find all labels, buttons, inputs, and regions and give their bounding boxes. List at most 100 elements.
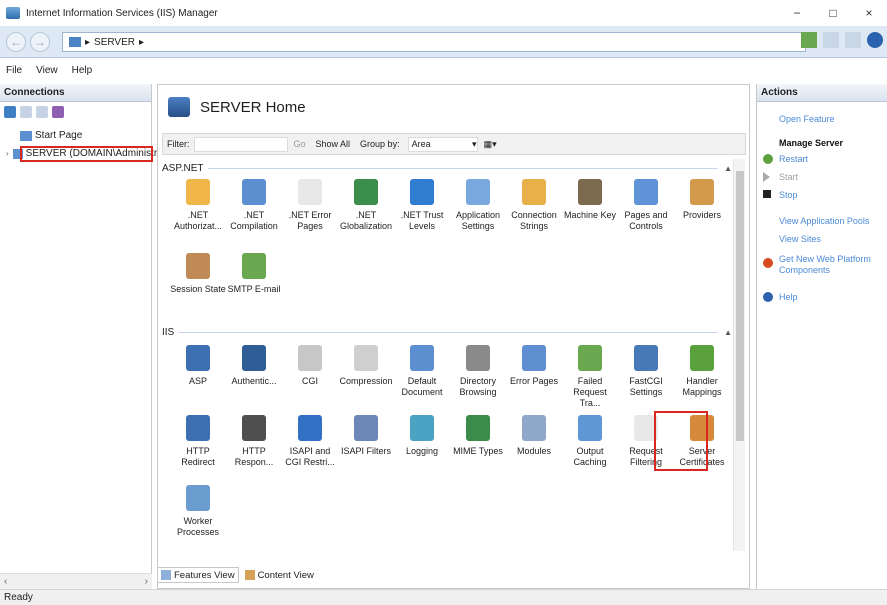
feature-tile[interactable]: Failed Request Tra... [562,345,618,409]
feature-tile[interactable]: Pages and Controls [618,179,674,232]
feature-icon [298,179,322,205]
breadcrumb[interactable]: ▸ SERVER ▸ [62,32,806,52]
breadcrumb-server[interactable]: SERVER [94,37,135,48]
group-by-select[interactable]: Area ▾ [407,136,478,152]
open-feature-link[interactable]: Open Feature [779,114,835,125]
feature-icon [354,415,378,441]
filter-input[interactable] [193,136,288,152]
feature-tile[interactable]: ISAPI and CGI Restri... [282,415,338,468]
connect-icon[interactable] [4,106,16,118]
feature-tile[interactable]: Directory Browsing [450,345,506,398]
show-all-button[interactable]: Show All [316,139,351,149]
feature-tile[interactable]: Machine Key [562,179,618,221]
stop-icon[interactable] [823,32,839,48]
group-aspnet[interactable]: ASP.NET ▲ [162,161,732,175]
feature-icon [242,179,266,205]
menu-file[interactable]: File [6,65,22,76]
feature-tile[interactable]: MIME Types [450,415,506,457]
page-title-text: SERVER Home [200,98,306,116]
breadcrumb-separator[interactable]: ▸ [139,37,144,48]
forward-button[interactable]: → [30,32,50,52]
feature-tile[interactable]: Authentic... [226,345,282,387]
feature-tile[interactable]: .NET Error Pages [282,179,338,232]
view-mode-icon[interactable]: ▦▾ [484,139,497,150]
features-vscroll[interactable] [733,159,745,551]
feature-tile[interactable]: CGI [282,345,338,387]
feature-tile[interactable]: HTTP Redirect [170,415,226,468]
feature-icon [354,345,378,371]
scroll-left-icon[interactable]: ‹ [4,576,7,587]
feature-label: Handler Mappings [682,376,722,397]
feature-tile[interactable]: FastCGI Settings [618,345,674,398]
feature-tile[interactable]: Output Caching [562,415,618,468]
feature-tile[interactable]: SMTP E-mail [226,253,282,295]
menu-view[interactable]: View [36,65,58,76]
feature-tile[interactable]: ISAPI Filters [338,415,394,457]
feature-icon [578,345,602,371]
collapse-icon[interactable]: ▲ [724,328,732,337]
address-tools [801,32,887,48]
view-app-pools-link[interactable]: View Application Pools [779,216,869,227]
start-link[interactable]: Start [779,172,798,183]
window-title: Internet Information Services (IIS) Mana… [26,7,218,19]
feature-label: Default Document [401,376,443,397]
feature-icon [522,415,546,441]
help-icon[interactable] [867,32,883,48]
menu-help[interactable]: Help [72,65,93,76]
feature-tile[interactable]: Providers [674,179,730,221]
feature-tile[interactable]: .NET Globalization [338,179,394,232]
feature-tile[interactable]: .NET Compilation [226,179,282,232]
content-view-tab[interactable]: Content View [241,567,317,583]
feature-icon [690,179,714,205]
feature-tile[interactable]: Handler Mappings [674,345,730,398]
feature-tile[interactable]: Error Pages [506,345,562,387]
expand-icon[interactable]: › [6,149,9,158]
status-text: Ready [4,592,33,603]
up-icon[interactable] [36,106,48,118]
features-view-tab[interactable]: Features View [157,567,239,583]
minimize-button[interactable]: − [779,0,815,26]
go-button[interactable]: Go [294,139,306,149]
feature-icon [690,345,714,371]
feature-tile[interactable]: Connection Strings [506,179,562,232]
start-icon [763,172,770,182]
back-button[interactable]: ← [6,32,26,52]
feature-icon [298,415,322,441]
maximize-button[interactable]: □ [815,0,851,26]
feature-tile[interactable]: Compression [338,345,394,387]
group-iis[interactable]: IIS ▲ [162,325,732,339]
feature-tile[interactable]: ASP [170,345,226,387]
help-link[interactable]: Help [779,292,798,303]
feature-tile[interactable]: Worker Processes [170,485,226,538]
view-sites-link[interactable]: View Sites [779,234,821,245]
feature-tile[interactable]: .NET Authorizat... [170,179,226,232]
connections-hscroll[interactable]: ‹ › [0,573,152,589]
feature-tile[interactable]: .NET Trust Levels [394,179,450,232]
refresh-icon[interactable] [801,32,817,48]
stop-link[interactable]: Stop [779,190,798,201]
connection-icon[interactable] [52,106,64,118]
feature-label: Error Pages [509,376,559,386]
feature-icon [578,179,602,205]
feature-tile[interactable]: HTTP Respon... [226,415,282,468]
scroll-right-icon[interactable]: › [145,576,148,587]
feature-label: Machine Key [563,210,617,220]
save-icon[interactable] [20,106,32,118]
feature-tile[interactable]: Default Document [394,345,450,398]
group-aspnet-label: ASP.NET [162,162,204,174]
feature-icon [242,253,266,279]
feature-icon [410,179,434,205]
home-icon[interactable] [845,32,861,48]
collapse-icon[interactable]: ▲ [724,164,732,173]
get-new-components-link[interactable]: Get New Web Platform Components [779,254,871,276]
address-bar: ← → ▸ SERVER ▸ [0,26,887,58]
feature-tile[interactable]: Application Settings [450,179,506,232]
feature-icon [634,179,658,205]
feature-tile[interactable]: Logging [394,415,450,457]
feature-tile[interactable]: Modules [506,415,562,457]
close-button[interactable]: × [851,0,887,26]
tree-item-start-page[interactable]: Start Page [20,130,82,141]
restart-link[interactable]: Restart [779,154,808,165]
feature-label: Authentic... [231,376,277,386]
feature-tile[interactable]: Session State [170,253,226,295]
